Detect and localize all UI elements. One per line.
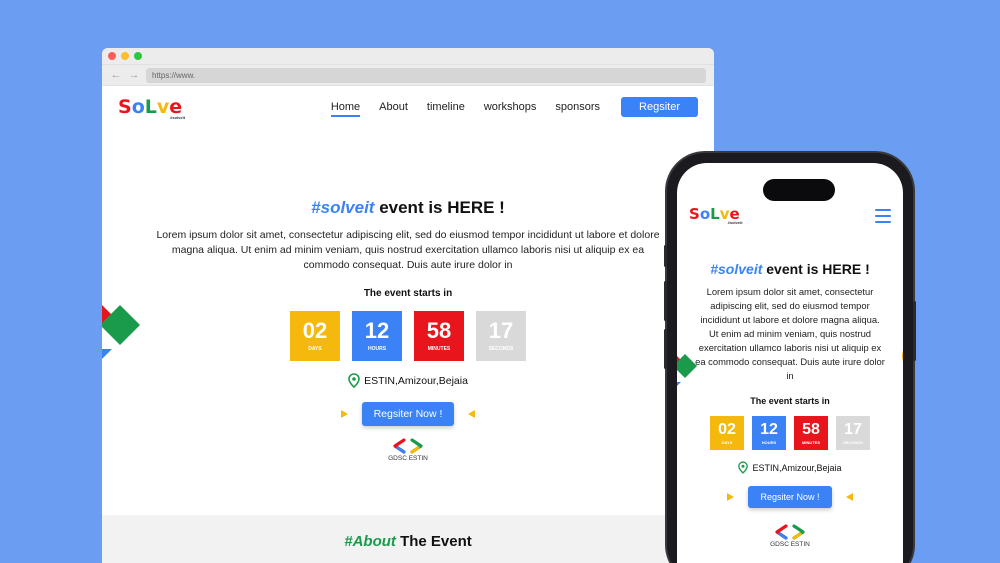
logo-letter: v	[156, 96, 170, 118]
browser-toolbar: ← → https://www.	[102, 64, 714, 86]
mobile-gdsc-logo: GDSC ESTIN	[677, 524, 903, 548]
hero-description: Lorem ipsum dolor sit amet, consectetur …	[156, 229, 660, 271]
headline-text: event is HERE !	[374, 198, 505, 217]
countdown-label: The event starts in	[363, 288, 453, 299]
phone-screen: S o L v e #solveit #solveit event is HER…	[677, 163, 903, 563]
hours-unit: HOURS	[367, 346, 387, 352]
countdown-days: 02 DAYS	[290, 311, 340, 361]
arrow-left-icon	[468, 410, 476, 418]
gdsc-label: GDSC ESTIN	[388, 455, 428, 462]
mobile-cta-row: Regsiter Now !	[677, 486, 903, 508]
minutes-unit: MINUTES	[802, 439, 820, 445]
mobile-event-location: ESTIN,Amizour,Bejaia	[677, 461, 903, 474]
gdsc-logo: GDSC ESTIN	[102, 438, 714, 462]
nav-link-about[interactable]: About	[379, 101, 408, 113]
countdown-minutes: 58 MINUTES	[794, 416, 828, 450]
nav-link-workshops[interactable]: workshops	[484, 101, 537, 113]
phone-side-button	[664, 329, 667, 369]
minutes-value: 58	[802, 420, 820, 438]
countdown-days: 02 DAYS	[710, 416, 744, 450]
location-pin-icon	[348, 373, 360, 388]
logo-letter: L	[710, 205, 720, 223]
nav-link-timeline[interactable]: timeline	[427, 101, 465, 113]
address-bar[interactable]: https://www.	[146, 67, 706, 83]
main-nav: Home About timeline workshops sponsors R…	[330, 97, 698, 117]
minimize-window-icon[interactable]	[121, 52, 129, 60]
seconds-value: 17	[488, 318, 514, 343]
solve-logo[interactable]: S o L v e #solveit	[118, 96, 186, 121]
days-value: 02	[718, 420, 736, 438]
logo-letter: S	[689, 205, 700, 223]
headline-text: event is HERE !	[762, 261, 870, 277]
seconds-value: 17	[844, 420, 862, 438]
countdown-minutes: 58 MINUTES	[414, 311, 464, 361]
back-arrow-icon[interactable]: ←	[110, 69, 122, 81]
countdown-hours: 12 HOURS	[352, 311, 402, 361]
arrow-right-icon	[340, 410, 348, 418]
solve-logo-mobile[interactable]: S o L v e #solveit	[689, 205, 743, 226]
hero-headline: #solveit event is HERE !	[102, 198, 714, 218]
browser-titlebar	[102, 48, 714, 64]
logo-letter: S	[118, 96, 132, 118]
arrow-right-icon	[727, 493, 735, 501]
location-text: ESTIN,Amizour,Bejaia	[364, 374, 468, 387]
event-location: ESTIN,Amizour,Bejaia	[102, 373, 714, 388]
nav-link-sponsors[interactable]: sponsors	[555, 101, 600, 113]
gdsc-brackets-icon	[775, 524, 805, 540]
desktop-browser-window: ← → https://www. S o L v e #solveit Home…	[102, 48, 714, 563]
cta-row: Regsiter Now !	[102, 402, 714, 426]
mobile-hero-section: #solveit event is HERE ! Lorem ipsum dol…	[677, 261, 903, 548]
hours-value: 12	[364, 318, 390, 343]
phone-side-button	[664, 281, 667, 321]
mobile-hero-description: Lorem ipsum dolor sit amet, consectetur …	[695, 286, 885, 381]
countdown-timer: 02 DAYS 12 HOURS 58 MINUTES 17 SECONDS	[102, 311, 714, 361]
days-unit: DAYS	[721, 439, 733, 445]
logo-letter: o	[699, 205, 711, 223]
gdsc-brackets-icon	[393, 438, 423, 454]
phone-notch	[763, 179, 835, 201]
location-text: ESTIN,Amizour,Bejaia	[752, 462, 842, 473]
gdsc-label: GDSC ESTIN	[770, 541, 810, 548]
maximize-window-icon[interactable]	[134, 52, 142, 60]
forward-arrow-icon[interactable]: →	[128, 69, 140, 81]
days-value: 02	[302, 318, 328, 343]
logo-letter: L	[144, 96, 157, 118]
mobile-countdown-label: The event starts in	[750, 396, 830, 406]
phone-side-button	[664, 245, 667, 267]
register-button[interactable]: Regsiter	[621, 97, 698, 117]
logo-letter: o	[131, 96, 145, 118]
logo-tagline: #solveit	[727, 220, 743, 225]
countdown-seconds: 17 SECONDS	[836, 416, 870, 450]
countdown-seconds: 17 SECONDS	[476, 311, 526, 361]
phone-power-button	[913, 301, 916, 361]
mobile-hero-headline: #solveit event is HERE !	[677, 261, 903, 277]
seconds-unit: SECONDS	[843, 439, 863, 445]
hashtag-about: #About	[344, 533, 396, 550]
minutes-unit: MINUTES	[427, 346, 451, 352]
hamburger-menu-icon[interactable]	[875, 209, 891, 223]
nav-link-home[interactable]: Home	[330, 101, 361, 117]
days-unit: DAYS	[308, 346, 322, 352]
register-now-button[interactable]: Regsiter Now !	[361, 402, 455, 426]
hero-section: #solveit event is HERE ! Lorem ipsum dol…	[102, 198, 714, 462]
hours-value: 12	[760, 420, 778, 438]
mobile-register-now-button[interactable]: Regsiter Now !	[748, 486, 832, 508]
about-title-text: The Event	[395, 533, 472, 550]
hours-unit: HOURS	[761, 439, 777, 445]
mobile-countdown-timer: 02 DAYS 12 HOURS 58 MINUTES 17 SECONDS	[677, 416, 903, 450]
site-header: S o L v e #solveit Home About timeline w…	[102, 86, 714, 142]
hashtag-solveit: #solveit	[311, 198, 375, 217]
about-section: #About The Event	[102, 515, 714, 563]
arrow-left-icon	[845, 493, 853, 501]
logo-tagline: #solveit	[170, 115, 186, 120]
about-headline: #About The Event	[102, 533, 714, 550]
minutes-value: 58	[426, 318, 452, 343]
seconds-unit: SECONDS	[488, 346, 514, 352]
location-pin-icon	[738, 461, 749, 474]
close-window-icon[interactable]	[108, 52, 116, 60]
phone-mockup: S o L v e #solveit #solveit event is HER…	[664, 153, 916, 563]
hashtag-solveit: #solveit	[710, 261, 763, 277]
countdown-hours: 12 HOURS	[752, 416, 786, 450]
